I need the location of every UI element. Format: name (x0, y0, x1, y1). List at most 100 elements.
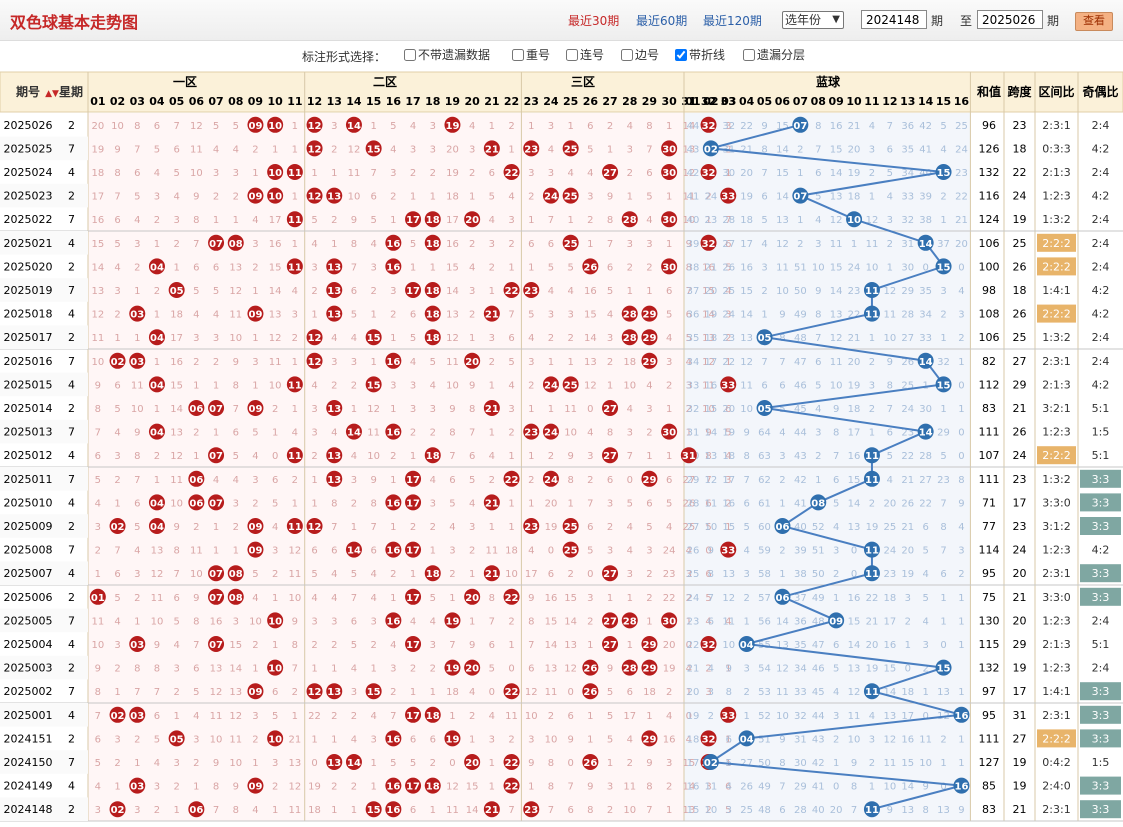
red-ball-number: 05 (170, 286, 184, 297)
red-ball-number: 13 (327, 451, 341, 462)
red-number-header: 03 (130, 95, 145, 108)
red-ball (444, 730, 461, 747)
option-repeat[interactable]: 重号 (512, 46, 550, 63)
red-ball (247, 187, 264, 204)
red-ball (661, 140, 678, 157)
oe-highlight (1080, 705, 1121, 724)
red-ball (326, 470, 343, 487)
red-miss-value: 2 (292, 475, 298, 486)
red-ball (542, 187, 559, 204)
zone3-header: 三区 (571, 75, 595, 89)
red-ball-number: 30 (662, 428, 676, 439)
red-miss-value: 5 (370, 215, 376, 226)
red-miss-value: 9 (587, 782, 593, 793)
red-miss-value: 6 (233, 428, 239, 439)
red-miss-value: 25 (682, 522, 695, 533)
red-ball-number: 14 (347, 546, 361, 557)
recent-120-link[interactable]: 最近120期 (703, 12, 762, 29)
blue-miss-value: 6 (833, 475, 839, 486)
option-miss-layers-checkbox[interactable] (743, 48, 755, 61)
red-ball (483, 400, 500, 416)
blue-miss-value: 7 (743, 475, 749, 486)
red-miss-value: 5 (154, 734, 160, 745)
red-miss-value: 2 (528, 192, 534, 203)
year-select[interactable]: 选年份 ▼ (782, 11, 844, 29)
option-no-miss-checkbox[interactable] (404, 48, 416, 61)
option-consecutive-checkbox[interactable] (566, 48, 578, 61)
red-miss-value: 2 (331, 215, 337, 226)
red-miss-value: 6 (134, 168, 140, 179)
red-miss-value: 8 (134, 451, 140, 462)
red-ball (542, 376, 559, 393)
blue-miss-value: 24 (883, 546, 896, 557)
option-edge-checkbox[interactable] (621, 48, 633, 61)
red-miss-value: 11 (446, 805, 459, 816)
odd-even-cell: 2:4 (1092, 355, 1110, 368)
blue-miss-value: 59 (758, 546, 771, 557)
view-button[interactable]: 查看 (1075, 12, 1113, 31)
option-repeat-checkbox[interactable] (512, 48, 524, 61)
span-cell: 19 (1013, 756, 1027, 769)
blue-miss-value: 3 (779, 451, 785, 462)
option-edge[interactable]: 边号 (621, 46, 659, 63)
red-miss-value: 3 (548, 310, 554, 321)
blue-miss-value: 7 (815, 144, 821, 155)
red-miss-value: 1 (213, 546, 219, 557)
red-miss-value: 6 (646, 498, 652, 509)
recent-30-link[interactable]: 最近30期 (568, 12, 619, 29)
red-miss-value: 9 (528, 758, 534, 769)
red-miss-value: 6 (351, 616, 357, 627)
option-miss-layers[interactable]: 遗漏分层 (743, 46, 805, 63)
red-miss-value: 2 (154, 286, 160, 297)
to-issue-input[interactable] (977, 10, 1043, 29)
blue-miss-value: 19 (866, 522, 879, 533)
red-miss-value: 18 (446, 192, 459, 203)
red-miss-value: 2 (233, 192, 239, 203)
red-miss-value: 3 (95, 805, 101, 816)
blue-ball-number: 11 (865, 286, 879, 297)
option-consecutive[interactable]: 连号 (566, 46, 604, 63)
red-ball (621, 329, 638, 346)
blue-miss-value: 16 (830, 121, 843, 132)
blue-miss-value: 3 (940, 286, 946, 297)
option-no-miss[interactable]: 不带遗漏数据 (404, 46, 490, 63)
from-issue-input[interactable] (861, 10, 927, 29)
red-miss-value: 3 (469, 144, 475, 155)
red-miss-value: 3 (449, 546, 455, 557)
blue-miss-value: 33 (901, 192, 914, 203)
red-miss-value: 14 (229, 664, 242, 675)
sum-cell: 132 (979, 166, 1000, 179)
odd-even-cell: 1:5 (1092, 426, 1110, 439)
red-miss-value: 2 (390, 687, 396, 698)
red-miss-value: 2 (430, 428, 436, 439)
blue-miss-value: 12 (848, 687, 861, 698)
red-miss-value: 12 (190, 121, 203, 132)
blue-miss-value: 7 (940, 498, 946, 509)
red-number-header: 05 (169, 95, 184, 108)
red-ball (641, 305, 658, 322)
red-miss-value: 7 (567, 782, 573, 793)
red-ball (602, 565, 619, 582)
recent-60-link[interactable]: 最近60期 (636, 12, 687, 29)
red-miss-value: 3 (252, 239, 258, 250)
red-miss-value: 6 (95, 734, 101, 745)
red-miss-value: 11 (545, 687, 558, 698)
red-miss-value: 2 (508, 239, 514, 250)
red-miss-value: 2 (489, 262, 495, 273)
red-miss-value: 1 (587, 734, 593, 745)
red-miss-value: 2 (646, 569, 652, 580)
option-polyline-checkbox[interactable] (675, 48, 687, 61)
blue-ball (738, 730, 755, 747)
sum-header: 和值 (976, 84, 1001, 99)
red-ball (641, 329, 658, 346)
red-ball (602, 164, 619, 180)
red-ball (247, 683, 264, 700)
chevron-down-icon: ▼ (832, 14, 840, 25)
sum-cell: 111 (979, 473, 1000, 486)
red-miss-value: 1 (725, 357, 731, 368)
weekday-cell: 2 (68, 119, 75, 132)
option-polyline[interactable]: 带折线 (675, 46, 725, 63)
weekday-cell: 2 (68, 591, 75, 604)
red-miss-value: 6 (193, 262, 199, 273)
span-cell: 26 (1013, 426, 1027, 439)
